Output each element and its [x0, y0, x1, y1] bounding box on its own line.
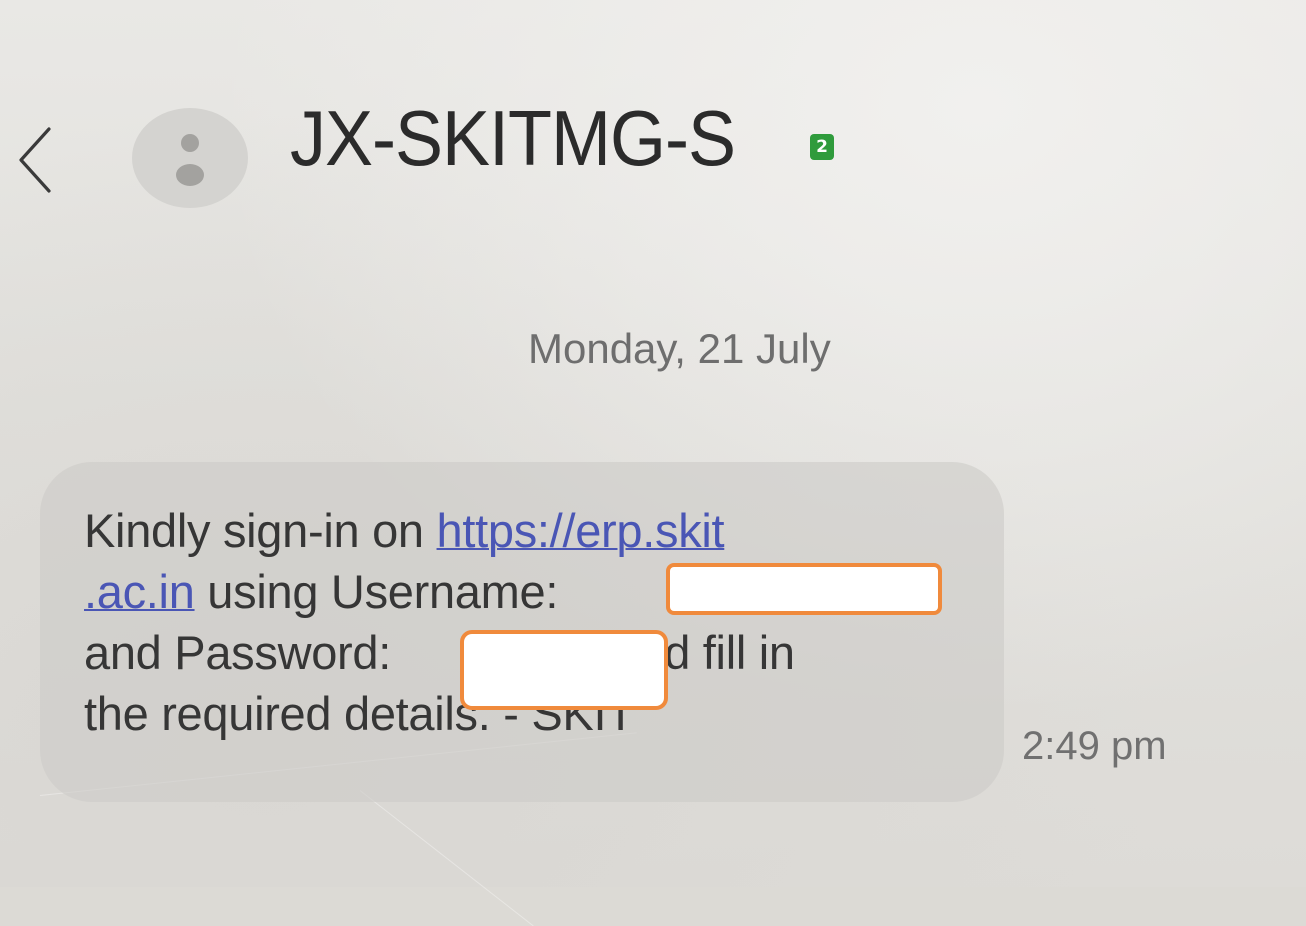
password-redaction-box: [460, 630, 668, 710]
message-line: Kindly sign-in on https://erp.skit: [84, 500, 984, 561]
chevron-left-icon: [19, 127, 51, 193]
message-text-segment: and Password:: [84, 626, 404, 679]
username-redaction-box: [666, 563, 942, 615]
message-text-segment: using Username:: [194, 565, 559, 618]
erp-link-continued[interactable]: .ac.in: [84, 565, 195, 618]
sender-name: JX-SKITMG-S: [290, 95, 736, 183]
person-icon: [176, 134, 204, 186]
erp-link[interactable]: https://erp.skit: [437, 504, 725, 557]
message-timestamp: 2:49 pm: [1022, 724, 1167, 768]
back-button[interactable]: [12, 120, 58, 200]
sms-conversation-screen: JX-SKITMG-S 2 Monday, 21 July Kindly sig…: [0, 0, 1306, 926]
contact-avatar[interactable]: [132, 108, 248, 208]
sim-2-badge-icon: 2: [810, 134, 834, 160]
date-separator: Monday, 21 July: [528, 325, 831, 372]
message-text-segment: Kindly sign-in on: [84, 504, 437, 557]
screen-crack-line: [359, 790, 534, 926]
